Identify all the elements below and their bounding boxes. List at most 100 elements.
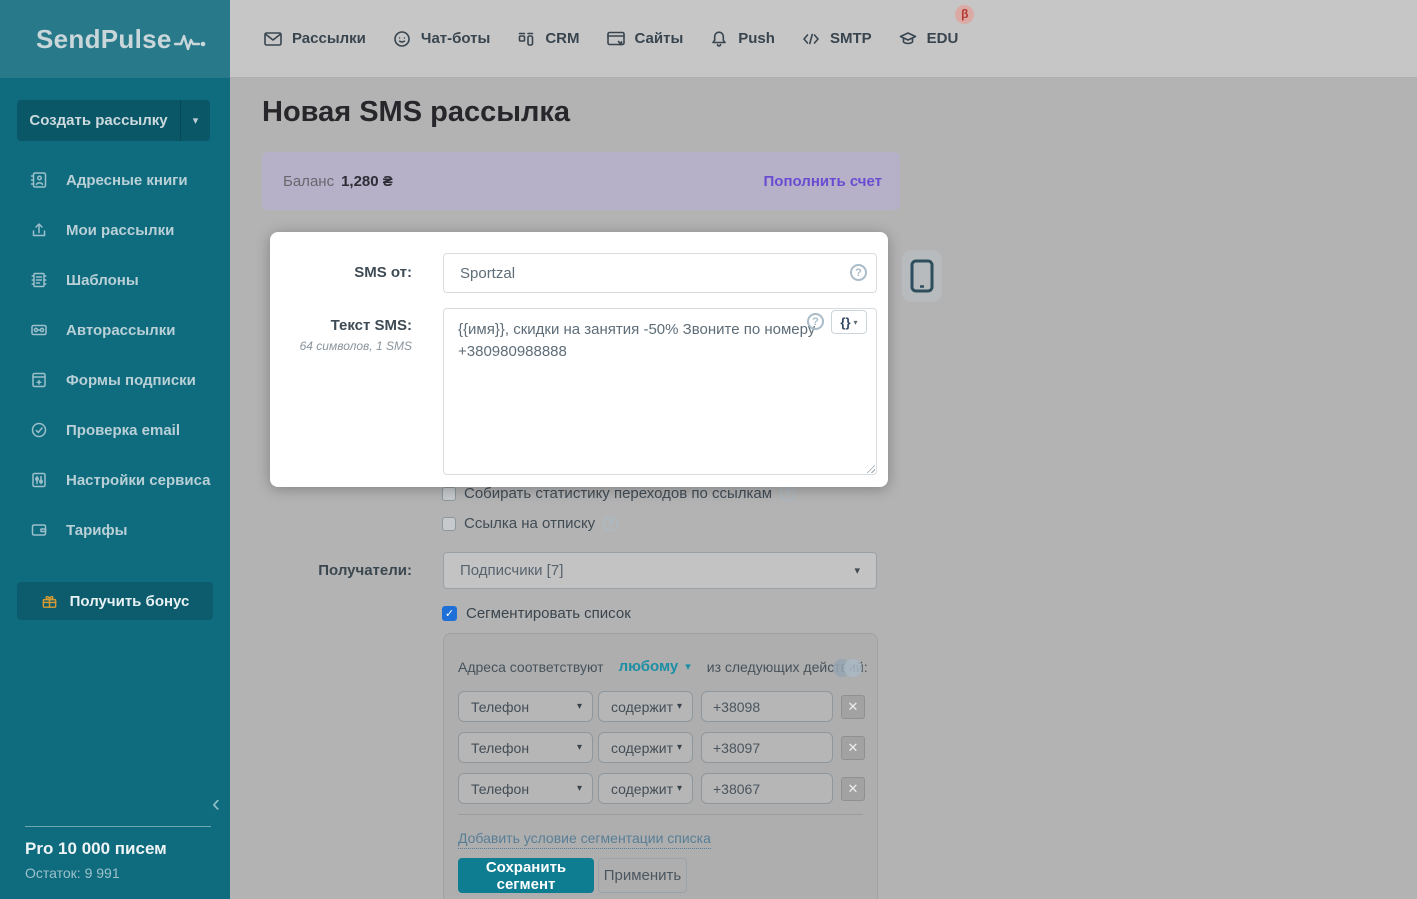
form-plus-icon [30,371,48,389]
envelope-icon [263,29,283,49]
nav-item-crm[interactable]: CRM [516,29,579,49]
check-circle-icon [30,421,48,439]
sms-from-field-wrap: ? [443,253,877,293]
segment-value-input[interactable] [701,732,833,763]
nav-item-sites[interactable]: Сайты [606,29,684,49]
add-condition-link[interactable]: Добавить условие сегментации списка [458,830,711,849]
sms-text-label: Текст SMS: [270,317,412,334]
sliders-icon [30,471,48,489]
template-icon [30,271,48,289]
bell-icon [709,29,729,49]
sms-text-input[interactable]: {{имя}}, скидки на занятия -50% Звоните … [443,308,877,475]
send-icon [30,221,48,239]
caret-down-icon: ▾ [677,742,682,753]
close-icon: ✕ [848,740,859,756]
segment-match-mode-link[interactable]: любому [619,658,679,675]
sidebar-item-templates[interactable]: Шаблоны [0,255,230,305]
segment-condition-header: Адреса соответствуют любому ▾ из следующ… [458,658,868,675]
nav-item-smtp[interactable]: SMTP [801,29,872,49]
caret-down-icon: ▾ [677,701,682,712]
help-icon[interactable]: ? [807,313,824,330]
sidebar-item-email-verification[interactable]: Проверка email [0,405,230,455]
sidebar-collapse-chevron[interactable]: ‹ [212,792,220,816]
remove-condition-button[interactable]: ✕ [841,695,865,719]
graduation-cap-icon [898,29,918,49]
caret-down-icon: ▾ [854,318,858,327]
balance-label: Баланс [283,173,334,190]
sms-from-input[interactable] [443,253,877,293]
sidebar-item-address-books[interactable]: Адресные книги [0,155,230,205]
help-icon[interactable]: ? [850,264,867,281]
caret-down-icon[interactable]: ▾ [685,660,691,673]
caret-down-icon: ▾ [577,783,582,794]
segment-mode-toggle[interactable] [833,659,865,677]
close-icon: ✕ [848,699,859,715]
get-bonus-button[interactable]: Получить бонус [17,582,213,620]
topup-link[interactable]: Пополнить счет [764,173,883,190]
remove-condition-button[interactable]: ✕ [841,736,865,760]
nav-item-label: Push [738,30,775,47]
crm-icon [516,29,536,49]
sidebar-item-label: Проверка email [66,422,180,439]
segment-field-select[interactable]: Телефон ▾ [458,732,593,763]
segment-checkbox[interactable]: ✓ [442,606,457,621]
sidebar-item-label: Настройки сервиса [66,472,210,489]
nav-item-campaigns[interactable]: Рассылки [263,29,366,49]
nav-item-chatbots[interactable]: Чат-боты [392,29,490,49]
braces-icon: {} [840,315,850,330]
segment-value-input[interactable] [701,691,833,722]
segment-field-select[interactable]: Телефон ▾ [458,691,593,722]
stats-checkbox[interactable] [442,487,456,501]
sidebar-item-my-campaigns[interactable]: Мои рассылки [0,205,230,255]
code-icon [801,29,821,49]
segment-operator-select[interactable]: содержит ▾ [598,732,693,763]
apply-segment-button[interactable]: Применить [598,858,687,893]
segment-operator-select[interactable]: содержит ▾ [598,691,693,722]
caret-down-icon: ▾ [577,742,582,753]
nav-item-label: Сайты [635,30,684,47]
create-campaign-dropdown[interactable]: ▾ [180,100,210,141]
segment-condition-row: Телефон ▾ содержит ▾ ✕ [458,732,865,763]
segment-field-select[interactable]: Телефон ▾ [458,773,593,804]
segment-checkbox-row: ✓ Сегментировать список [442,605,631,622]
sidebar: SendPulse Создать рассылку ▾ Адресные кн… [0,0,230,899]
nav-item-label: Рассылки [292,30,366,47]
logo-text: SendPulse [36,24,172,55]
recipients-select[interactable]: Подписчики [7] ▾ [443,552,877,589]
balance-amount: 1,280 ₴ [341,173,393,190]
save-segment-button[interactable]: Сохранить сегмент [458,858,594,893]
remove-condition-button[interactable]: ✕ [841,777,865,801]
sidebar-item-subscription-forms[interactable]: Формы подписки [0,355,230,405]
sendpulse-logo[interactable]: SendPulse [36,24,208,55]
segment-value-input[interactable] [701,773,833,804]
help-icon[interactable]: ? [780,486,795,501]
get-bonus-label: Получить бонус [70,593,190,610]
sidebar-item-service-settings[interactable]: Настройки сервиса [0,455,230,505]
help-icon[interactable]: ? [603,516,618,531]
sidebar-item-pricing[interactable]: Тарифы [0,505,230,555]
nav-item-edu[interactable]: EDU β [898,29,959,49]
nav-item-push[interactable]: Push [709,29,775,49]
create-campaign-button[interactable]: Создать рассылку ▾ [17,100,210,141]
wallet-icon [30,521,48,539]
nav-item-label: CRM [545,30,579,47]
insert-variable-button[interactable]: {} ▾ [831,310,867,334]
chatbot-icon [392,29,412,49]
sidebar-menu: Адресные книги Мои рассылки Шаблоны Авто… [0,155,230,555]
segment-operator-select[interactable]: содержит ▾ [598,773,693,804]
page-title: Новая SMS рассылка [262,96,570,129]
unsubscribe-checkbox-row: Ссылка на отписку ? [442,515,618,532]
nav-item-label: EDU [927,30,959,47]
sidebar-item-autoresponders[interactable]: Авторассылки [0,305,230,355]
recipients-label: Получатели: [272,562,412,579]
phone-preview-button[interactable] [902,250,942,302]
plan-name: Pro 10 000 писем [25,839,167,859]
stats-checkbox-label: Собирать статистику переходов по ссылкам [464,485,772,502]
unsubscribe-checkbox[interactable] [442,517,456,531]
sms-form-card: SMS от: ? Текст SMS: 64 символов, 1 SMS … [270,232,888,487]
segment-condition-row: Телефон ▾ содержит ▾ ✕ [458,691,865,722]
unsubscribe-checkbox-label: Ссылка на отписку [464,515,595,532]
nav-item-label: SMTP [830,30,872,47]
autoresponder-icon [30,321,48,339]
caret-down-icon: ▾ [577,701,582,712]
